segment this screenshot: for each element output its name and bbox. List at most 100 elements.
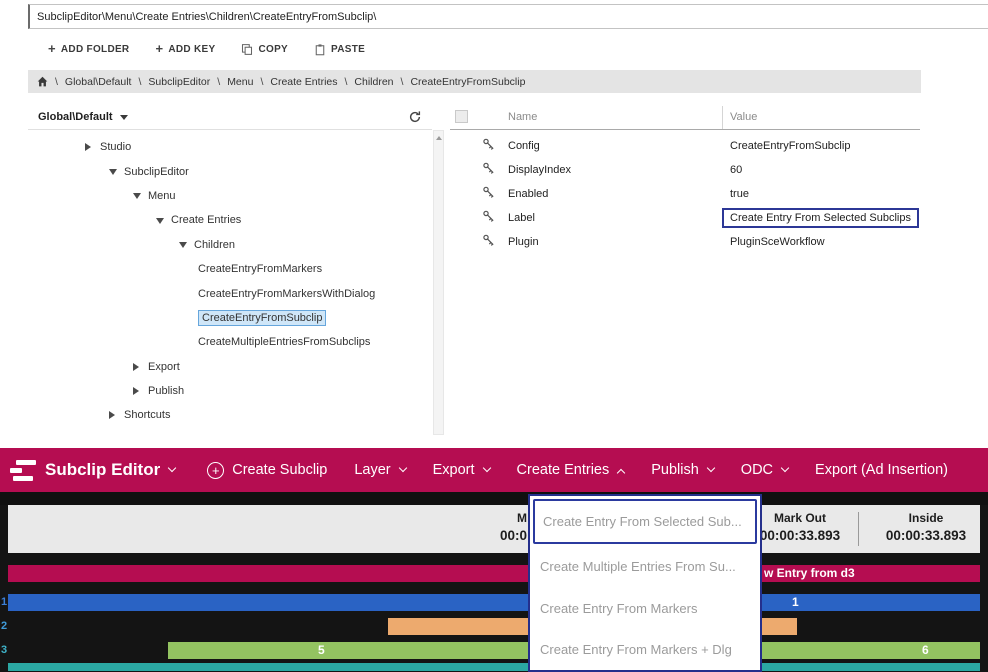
table-row[interactable]: DisplayIndex 60 <box>450 158 920 182</box>
chevron-down-icon[interactable] <box>109 169 117 175</box>
inside-block: Inside 00:00:33.893 <box>871 511 981 543</box>
tree-item-create-entries[interactable]: Create Entries <box>28 208 432 232</box>
tree-scrollbar[interactable] <box>433 130 444 435</box>
dropdown-item-create-entry-from-selected-subclips[interactable]: Create Entry From Selected Sub... <box>533 499 757 544</box>
chevron-down-icon <box>707 464 715 472</box>
timecode-info-panel: M 00:0 Mark Out 00:00:33.893 Inside 00:0… <box>8 505 980 553</box>
spacer-strip <box>0 492 988 505</box>
paste-label: PASTE <box>331 44 365 55</box>
tree-item-label: SubclipEditor <box>124 166 189 178</box>
table-row[interactable]: Enabled true <box>450 182 920 206</box>
tree-item-shortcuts[interactable]: Shortcuts <box>28 403 432 427</box>
table-row[interactable]: Config CreateEntryFromSubclip <box>450 134 920 158</box>
tree-item-menu[interactable]: Menu <box>28 184 432 208</box>
chevron-down-icon[interactable] <box>133 193 141 199</box>
tree-item-createentryfromsubclip[interactable]: CreateEntryFromSubclip <box>28 306 432 330</box>
tree-item-label: CreateMultipleEntriesFromSubclips <box>198 336 370 348</box>
tree-item-label: Studio <box>100 141 131 153</box>
tree-item-label: Children <box>194 239 235 251</box>
copy-icon <box>241 43 253 56</box>
home-icon[interactable] <box>37 76 48 87</box>
menu-create-subclip[interactable]: + Create Subclip <box>207 462 327 479</box>
chevron-down-icon[interactable] <box>156 218 164 224</box>
breadcrumb-segment-global-default[interactable]: Global\Default <box>65 76 132 88</box>
tree-item-publish[interactable]: Publish <box>28 379 432 403</box>
table-row[interactable]: Plugin PluginSceWorkflow <box>450 230 920 254</box>
add-key-label: ADD KEY <box>168 44 215 55</box>
menu-publish[interactable]: Publish <box>651 462 714 478</box>
chevron-right-icon[interactable] <box>133 363 139 371</box>
tree-item-createentryfrommarkerswithdialog[interactable]: CreateEntryFromMarkersWithDialog <box>28 281 432 305</box>
tree-item-label: CreateEntryFromMarkersWithDialog <box>198 288 375 300</box>
paste-icon <box>314 43 326 56</box>
copy-label: COPY <box>258 44 288 55</box>
chevron-down-icon <box>398 464 406 472</box>
app-title-label: Subclip Editor <box>45 460 160 480</box>
property-value: 60 <box>730 164 742 176</box>
breadcrumb-separator: \ <box>345 76 348 88</box>
tree-item-label: Menu <box>148 190 176 202</box>
track3-clip[interactable]: 5 <box>168 642 528 659</box>
mark-in-label-partial: M <box>428 511 527 525</box>
menu-export-ad-insertion[interactable]: Export (Ad Insertion) <box>815 462 948 478</box>
paste-button[interactable]: PASTE <box>314 43 365 56</box>
path-input[interactable] <box>28 4 988 29</box>
app-title-menu[interactable]: Subclip Editor <box>45 460 175 480</box>
path-bar <box>28 4 988 29</box>
tree-pane: Global\Default Studio SubclipEditor <box>28 104 432 448</box>
add-folder-button[interactable]: + ADD FOLDER <box>48 44 129 55</box>
key-icon <box>477 160 497 180</box>
breadcrumb: \ Global\Default \ SubclipEditor \ Menu … <box>28 70 921 93</box>
menu-publish-label: Publish <box>651 462 699 478</box>
menu-layer[interactable]: Layer <box>354 462 405 478</box>
breadcrumb-segment-create-entries[interactable]: Create Entries <box>270 76 337 88</box>
editor-toolbar: + ADD FOLDER + ADD KEY COPY <box>48 40 365 58</box>
track3-clip[interactable]: 6 <box>762 642 980 659</box>
menu-create-entries[interactable]: Create Entries <box>517 462 625 478</box>
breadcrumb-separator: \ <box>217 76 220 88</box>
breadcrumb-segment-menu[interactable]: Menu <box>227 76 253 88</box>
key-icon <box>477 232 497 252</box>
tree-item-children[interactable]: Children <box>28 233 432 257</box>
chevron-right-icon[interactable] <box>133 387 139 395</box>
menu-odc[interactable]: ODC <box>741 462 788 478</box>
column-header-value: Value <box>730 111 757 123</box>
breadcrumb-segment-createentryfromsubclip[interactable]: CreateEntryFromSubclip <box>410 76 525 88</box>
dropdown-item-create-multiple-entries-from-subclips[interactable]: Create Multiple Entries From Su... <box>530 546 760 587</box>
table-row-label[interactable]: Label Create Entry From Selected Subclip… <box>450 206 920 230</box>
entry-ribbon[interactable]: w Entry from d3 <box>8 565 980 582</box>
chevron-down-icon <box>781 464 789 472</box>
property-name: Plugin <box>508 236 539 248</box>
select-all-checkbox[interactable] <box>455 110 468 123</box>
property-value-highlighted[interactable]: Create Entry From Selected Subclips <box>722 208 919 228</box>
menu-layer-label: Layer <box>354 462 390 478</box>
scroll-up-icon[interactable] <box>436 136 442 140</box>
dropdown-item-create-entry-from-markers-dlg[interactable]: Create Entry From Markers + Dlg <box>530 629 760 670</box>
tree-item-export[interactable]: Export <box>28 355 432 379</box>
copy-button[interactable]: COPY <box>241 43 288 56</box>
config-editor: + ADD FOLDER + ADD KEY COPY <box>0 0 988 448</box>
tree-item-label: Export <box>148 361 180 373</box>
tree-item-createmultipleentriesfromsubclips[interactable]: CreateMultipleEntriesFromSubclips <box>28 330 432 354</box>
dropdown-item-create-entry-from-markers[interactable]: Create Entry From Markers <box>530 588 760 629</box>
inside-label: Inside <box>871 511 981 525</box>
chevron-down-icon[interactable] <box>179 242 187 248</box>
menu-export[interactable]: Export <box>433 462 490 478</box>
app-logo-icon <box>10 460 36 481</box>
chevron-right-icon[interactable] <box>85 143 91 151</box>
tree-item-subclipeditor[interactable]: SubclipEditor <box>28 159 432 183</box>
chevron-right-icon[interactable] <box>109 411 115 419</box>
refresh-icon[interactable] <box>408 110 422 124</box>
menu-create-entries-label: Create Entries <box>517 462 610 478</box>
breadcrumb-segment-subclipeditor[interactable]: SubclipEditor <box>148 76 210 88</box>
timeline-scrollbar[interactable] <box>8 663 980 671</box>
key-icon <box>477 208 497 228</box>
tree-root-header[interactable]: Global\Default <box>28 104 432 130</box>
add-key-button[interactable]: + ADD KEY <box>155 44 215 55</box>
breadcrumb-segment-children[interactable]: Children <box>354 76 393 88</box>
tree-item-createentryfrommarkers[interactable]: CreateEntryFromMarkers <box>28 257 432 281</box>
track1-clip[interactable]: 1 <box>8 594 980 611</box>
track2-clip[interactable] <box>388 618 530 635</box>
tree-item-studio[interactable]: Studio <box>28 135 432 159</box>
menu-export-ad-label: Export (Ad Insertion) <box>815 462 948 478</box>
